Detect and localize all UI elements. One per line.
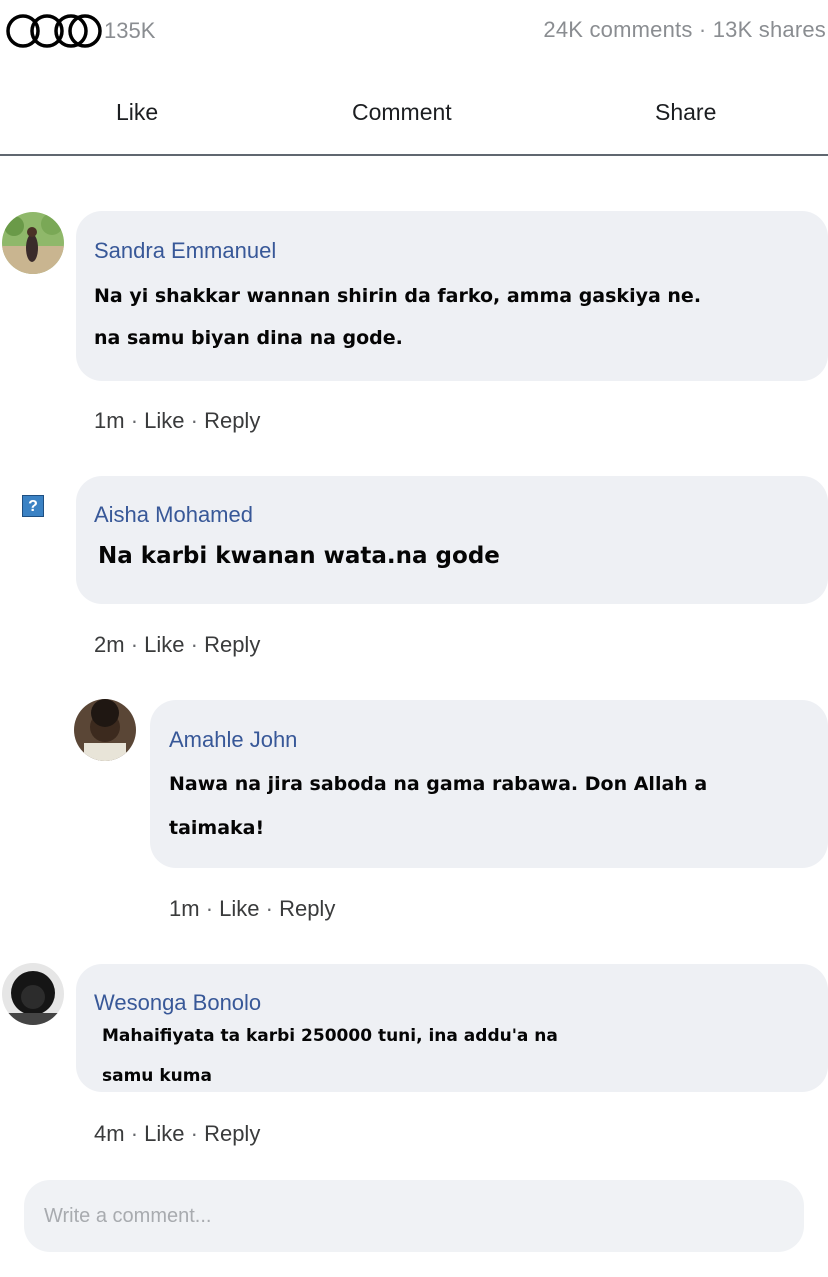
comment-author[interactable]: Wesonga Bonolo: [94, 990, 261, 1016]
comment-reply-link[interactable]: Reply: [279, 896, 335, 921]
avatar[interactable]: [2, 963, 64, 1025]
separator: ·: [190, 408, 198, 433]
comment-time[interactable]: 1m: [169, 896, 200, 921]
comment-text-line: Mahaifiyata ta karbi 250000 tuni, ina ad…: [102, 1026, 558, 1046]
comments-shares-count[interactable]: 24K comments · 13K shares: [543, 17, 826, 43]
comment-author[interactable]: Aisha Mohamed: [94, 502, 253, 528]
comment-meta: 1m · Like · Reply: [94, 408, 260, 434]
separator: ·: [190, 1121, 198, 1146]
comment-time[interactable]: 1m: [94, 408, 125, 433]
share-button[interactable]: Share: [655, 99, 716, 126]
comment-like-link[interactable]: Like: [144, 1121, 184, 1146]
comment-time[interactable]: 4m: [94, 1121, 125, 1146]
comment-time[interactable]: 2m: [94, 632, 125, 657]
separator: ·: [265, 896, 273, 921]
comment-reply-link[interactable]: Reply: [204, 1121, 260, 1146]
separator: ·: [205, 896, 214, 921]
avatar-photo: [2, 212, 64, 274]
avatar-photo: [2, 963, 64, 1025]
comment-text-line: Na yi shakkar wannan shirin da farko, am…: [94, 285, 702, 307]
separator: ·: [130, 1121, 139, 1146]
comment-text-line: Na karbi kwanan wata.na gode: [98, 543, 500, 569]
comment-reply-link[interactable]: Reply: [204, 632, 260, 657]
comment-author[interactable]: Amahle John: [169, 727, 297, 753]
avatar-photo: [74, 699, 136, 761]
comment-like-link[interactable]: Like: [219, 896, 259, 921]
comment-text-line: samu kuma: [102, 1066, 212, 1086]
comment-bubble: [76, 476, 828, 604]
comment-meta: 1m · Like · Reply: [169, 896, 335, 922]
comment-text-line: na samu biyan dina na gode.: [94, 327, 403, 349]
comment-meta: 2m · Like · Reply: [94, 632, 260, 658]
reaction-count[interactable]: 135K: [104, 18, 155, 44]
comment-text-line: taimaka!: [169, 817, 265, 839]
comment-button[interactable]: Comment: [352, 99, 452, 126]
separator: ·: [130, 408, 139, 433]
post-stats-bar: 135K 24K comments · 13K shares: [0, 0, 828, 62]
separator: ·: [130, 632, 139, 657]
like-button[interactable]: Like: [116, 99, 158, 126]
avatar[interactable]: [2, 212, 64, 274]
avatar[interactable]: ?: [2, 476, 64, 538]
comment-like-link[interactable]: Like: [144, 632, 184, 657]
comment-reply-link[interactable]: Reply: [204, 408, 260, 433]
comment-input[interactable]: [24, 1180, 804, 1252]
interlocking-rings-icon: [6, 14, 102, 48]
comment-like-link[interactable]: Like: [144, 408, 184, 433]
post-action-bar: Like Comment Share: [0, 90, 828, 156]
comment-meta: 4m · Like · Reply: [94, 1121, 260, 1147]
comment-author[interactable]: Sandra Emmanuel: [94, 238, 276, 264]
avatar[interactable]: [74, 699, 136, 761]
question-mark-icon: ?: [22, 495, 44, 517]
separator: ·: [190, 632, 198, 657]
comment-text-line: Nawa na jira saboda na gama rabawa. Don …: [169, 773, 708, 795]
